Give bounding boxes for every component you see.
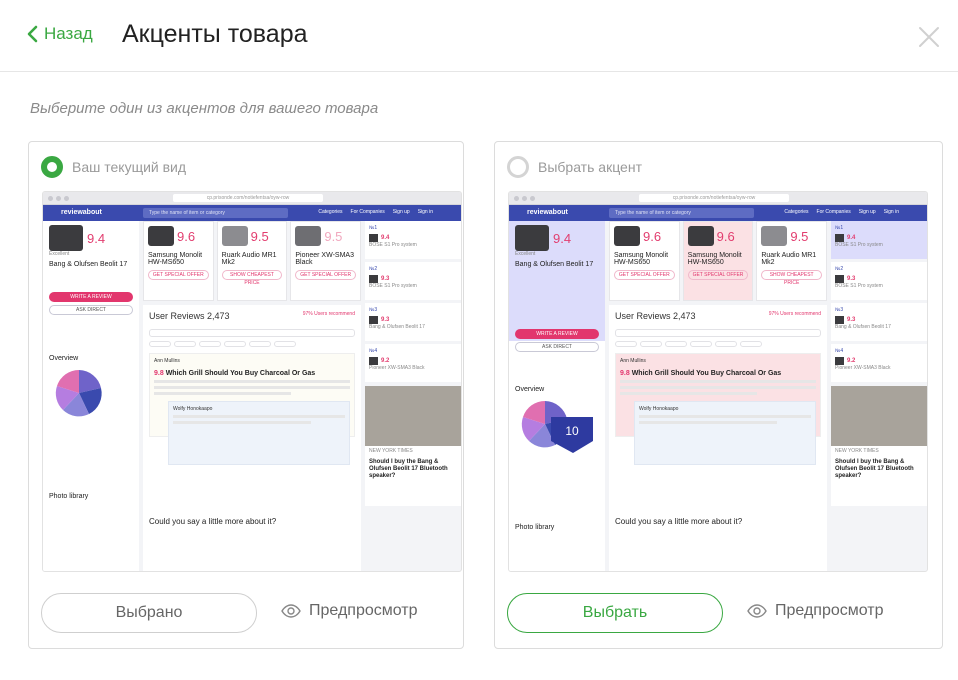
rating-word: Excellent [515,251,536,257]
nav-link: Sign up [858,209,876,215]
current-view-card[interactable]: Ваш текущий вид cp.prisonde.com/notiefen… [28,141,464,649]
question-heading: Could you say a little more about it? [149,517,277,526]
write-review-button: WRITE A REVIEW [515,329,599,339]
overview-pie-icon [55,369,102,417]
compare-item: 9.6 Samsung Monolit HW-MS650 GET SPECIAL… [609,221,680,301]
product-score: 9.4 [553,230,572,246]
ask-direct-button: ASK DIRECT [515,342,599,352]
rating-word: Excellent [49,251,70,257]
photo-library-label: Photo library [515,524,555,531]
preview-label: Предпросмотр [775,602,884,619]
back-button[interactable]: Назад [26,24,93,44]
ranking-sidebar: №1 9.4 BOSE S1 Pro system №2 9.3 BOSE S1 Pro… [831,221,927,571]
overview-label: Overview [49,355,79,362]
radio-selected[interactable] [41,156,63,178]
photo-library-label: Photo library [49,493,89,500]
compare-strip: 9.6 Samsung Monolit HW-MS650 GET SPECIAL… [609,221,828,301]
eye-icon [747,604,767,618]
nav-link: For Companies [350,209,385,215]
site-navbar: reviewabout Type the name of item or cat… [509,205,927,221]
browser-url: cp.prisonde.com/notiefentsa/oyw-row [639,194,789,202]
question-heading: Could you say a little more about it? [615,517,743,526]
site-navbar: reviewabout Type the name of item or cat… [43,205,461,221]
browser-chrome: cp.prisonde.com/notiefentsa/oyw-row [43,192,461,205]
preview-label: Предпросмотр [309,602,418,619]
radio-unselected[interactable] [507,156,529,178]
compare-item: 9.6 Samsung Monolit HW-MS650 GET SPECIAL… [143,221,214,301]
review-item-highlighted: Ann Mullins 9.8 Which Grill Should You B… [615,353,821,465]
preview-link[interactable]: Предпросмотр [747,602,884,620]
card-header[interactable]: Ваш текущий вид [41,156,186,178]
reviews-panel: User Reviews 2,473 97% Users recommend A… [143,305,361,571]
news-article: NEW YORK TIMES Should I buy the Bang & O… [365,386,461,506]
reply-item: Wolfy Honokaapo [168,401,350,465]
page-preview-thumbnail: cp.prisonde.com/notiefentsa/oyw-row revi… [42,191,462,572]
chevron-left-icon [27,25,38,43]
overview-pie-icon: 10 [521,400,593,453]
back-label: Назад [44,24,93,43]
recommend-text: 97% Users recommend [768,311,821,317]
product-score: 9.4 [87,230,106,246]
reviewer-name: Ann Mullins [620,358,646,364]
accent-score: 10 [565,424,579,438]
reply-item: Wolfy Honokaapo [634,401,816,465]
product-image [515,225,549,251]
selected-button[interactable]: Выбрано [41,593,257,633]
reviews-header: User Reviews 2,473 [149,311,230,321]
browser-chrome: cp.prisonde.com/notiefentsa/oyw-row [509,192,927,205]
nav-link: Categories [784,209,809,215]
site-logo: reviewabout [527,209,568,216]
browser-url: cp.prisonde.com/notiefentsa/oyw-row [173,194,323,202]
nav-link: For Companies [816,209,851,215]
product-name: Bang & Olufsen Beolit 17 [515,261,594,268]
review-search [149,329,355,337]
overview-label: Overview [515,386,545,393]
review-title: Which Grill Should You Buy Charcoal Or G… [165,370,316,377]
review-title: Which Grill Should You Buy Charcoal Or G… [631,370,782,377]
ranking-sidebar: №1 9.4 BOSE S1 Pro system №2 9.3 BOSE S1 Pro… [365,221,461,571]
write-review-button: WRITE A REVIEW [49,292,133,302]
compare-strip: 9.6 Samsung Monolit HW-MS650 GET SPECIAL… [143,221,362,301]
nav-link: Categories [318,209,343,215]
ask-direct-button: ASK DIRECT [49,305,133,315]
reviews-panel: User Reviews 2,473 97% Users recommend A… [609,305,827,571]
card-label: Выбрать акцент [538,159,642,175]
modal-header: Назад Акценты товара [0,0,958,72]
site-search: Type the name of item or category [609,208,754,218]
card-header[interactable]: Выбрать акцент [507,156,642,178]
product-sidebar: 9.4 Excellent Bang & Olufsen Beolit 17 W… [43,221,139,571]
preview-link[interactable]: Предпросмотр [281,602,418,620]
nav-link: Sign in [417,209,433,215]
reviewer-name: Ann Mullins [154,358,180,364]
eye-icon [281,604,301,618]
site-logo: reviewabout [61,209,102,216]
nav-link: Sign in [883,209,899,215]
product-name: Bang & Olufsen Beolit 17 [49,261,128,268]
page-title: Акценты товара [122,20,308,48]
compare-item: 9.5 Ruark Audio MR1 Mk2 SHOW CHEAPEST PR… [756,221,828,301]
recommend-text: 97% Users recommend [302,311,355,317]
choose-button[interactable]: Выбрать [507,593,723,633]
compare-item: 9.5 Ruark Audio MR1 Mk2 SHOW CHEAPEST PR… [216,221,288,301]
product-sidebar: 9.4 Excellent Bang & Olufsen Beolit 17 W… [509,221,605,571]
close-icon[interactable] [914,22,944,52]
page-preview-thumbnail: cp.prisonde.com/notiefentsa/oyw-row revi… [508,191,928,572]
news-article: NEW YORK TIMES Should I buy the Bang & O… [831,386,927,506]
card-label: Ваш текущий вид [72,159,187,175]
compare-item-highlighted: 9.6 Samsung Monolit HW-MS650 GET SPECIAL… [682,221,754,301]
product-image [49,225,83,251]
review-item: Ann Mullins 9.8 Which Grill Should You B… [149,353,355,465]
reviews-header: User Reviews 2,473 [615,311,696,321]
nav-link: Sign up [392,209,410,215]
review-search [615,329,821,337]
instructions-text: Выберите один из акцентов для вашего тов… [30,100,379,117]
choose-accent-card[interactable]: Выбрать акцент cp.prisonde.com/notiefent… [494,141,943,649]
site-search: Type the name of item or category [143,208,288,218]
compare-item: 9.5 Pioneer XW-SMA3 Black GET SPECIAL OF… [290,221,362,301]
